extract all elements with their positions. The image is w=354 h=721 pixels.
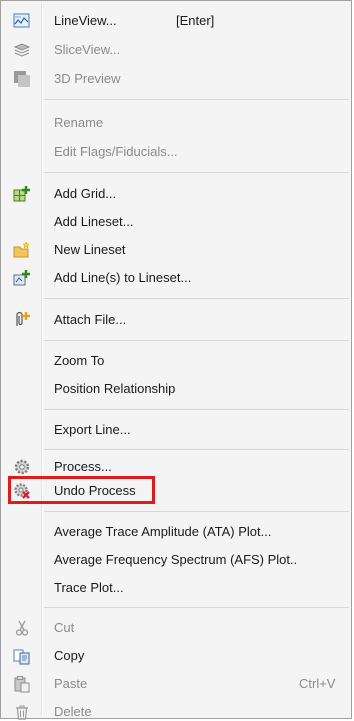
menu-item-label: Position Relationship bbox=[54, 381, 176, 396]
menu-item-cut[interactable]: Cut bbox=[1, 614, 351, 643]
menu-separator bbox=[44, 409, 349, 410]
menu-item-label: Zoom To bbox=[54, 353, 105, 368]
paste-icon bbox=[14, 676, 30, 693]
menu-separator bbox=[44, 449, 349, 450]
menu-item-export-line[interactable]: Export Line... bbox=[1, 416, 351, 445]
menu-item-label: LineView... bbox=[54, 13, 117, 28]
menu-item-label: Add Lineset... bbox=[54, 214, 134, 229]
undo-process-highlight-box bbox=[8, 476, 155, 504]
new-lineset-folder-icon bbox=[13, 241, 30, 258]
add-lines-icon bbox=[13, 270, 30, 286]
menu-item-sliceview[interactable]: SliceView... bbox=[1, 36, 351, 65]
menu-item-label: Add Grid... bbox=[54, 186, 117, 201]
menu-item-label: New Lineset bbox=[54, 242, 126, 257]
menu-item-edit-flags[interactable]: Edit Flags/Fiducials... bbox=[1, 138, 351, 167]
menu-separator bbox=[44, 298, 349, 299]
menu-item-label: Average Trace Amplitude (ATA) Plot... bbox=[54, 524, 272, 539]
menu-item-label: Export Line... bbox=[54, 422, 131, 437]
menu-item-label: Add Line(s) to Lineset... bbox=[54, 270, 192, 285]
menu-item-rename[interactable]: Rename bbox=[1, 109, 351, 138]
menu-item-label: Edit Flags/Fiducials... bbox=[54, 144, 178, 159]
copy-icon bbox=[13, 649, 30, 665]
menu-item-ata-plot[interactable]: Average Trace Amplitude (ATA) Plot... bbox=[1, 518, 351, 547]
attach-file-icon bbox=[16, 311, 30, 326]
3d-preview-icon bbox=[14, 71, 30, 87]
menu-item-delete[interactable]: Delete bbox=[1, 698, 351, 720]
add-grid-icon bbox=[13, 186, 30, 202]
lineview-icon bbox=[13, 13, 30, 28]
menu-separator bbox=[44, 607, 349, 608]
menu-item-label: Process... bbox=[54, 459, 112, 474]
menu-item-zoom-to[interactable]: Zoom To bbox=[1, 347, 351, 376]
menu-item-position-relationship[interactable]: Position Relationship bbox=[1, 375, 351, 404]
menu-item-label: Average Frequency Spectrum (AFS) Plot.. bbox=[54, 552, 298, 567]
menu-item-attach-file[interactable]: Attach File... bbox=[1, 306, 351, 335]
menu-item-label: Paste bbox=[54, 676, 88, 691]
menu-item-label: Delete bbox=[54, 704, 92, 719]
menu-item-3d-preview[interactable]: 3D Preview bbox=[1, 65, 351, 94]
sliceview-icon bbox=[13, 43, 31, 57]
menu-item-afs-plot[interactable]: Average Frequency Spectrum (AFS) Plot.. bbox=[1, 546, 351, 575]
menu-item-label: Attach File... bbox=[54, 312, 127, 327]
menu-item-lineview[interactable]: LineView... [Enter] bbox=[1, 7, 351, 36]
menu-separator bbox=[44, 511, 349, 512]
menu-item-add-lines-to-lineset[interactable]: Add Line(s) to Lineset... bbox=[1, 264, 351, 293]
menu-item-new-lineset[interactable]: New Lineset bbox=[1, 236, 351, 265]
scissors-icon bbox=[15, 620, 29, 636]
menu-item-paste[interactable]: Paste Ctrl+V bbox=[1, 670, 351, 699]
menu-item-add-grid[interactable]: Add Grid... bbox=[1, 180, 351, 209]
menu-item-label: Trace Plot... bbox=[54, 580, 124, 595]
menu-item-shortcut: Ctrl+V bbox=[299, 676, 336, 691]
menu-item-trace-plot[interactable]: Trace Plot... bbox=[1, 574, 351, 603]
menu-item-label: Cut bbox=[54, 620, 75, 635]
menu-separator bbox=[44, 340, 349, 341]
menu-item-copy[interactable]: Copy bbox=[1, 642, 351, 671]
menu-item-label: SliceView... bbox=[54, 42, 121, 57]
trash-icon bbox=[16, 705, 28, 720]
menu-item-label: Copy bbox=[54, 648, 85, 663]
menu-item-shortcut: [Enter] bbox=[176, 13, 215, 28]
menu-separator bbox=[44, 99, 349, 100]
menu-item-label: Rename bbox=[54, 115, 104, 130]
gear-icon bbox=[14, 459, 30, 475]
menu-item-label: 3D Preview bbox=[54, 71, 121, 86]
context-menu: LineView... [Enter] SliceView... 3D Prev… bbox=[0, 0, 352, 720]
menu-item-add-lineset[interactable]: Add Lineset... bbox=[1, 208, 351, 237]
menu-separator bbox=[44, 172, 349, 173]
